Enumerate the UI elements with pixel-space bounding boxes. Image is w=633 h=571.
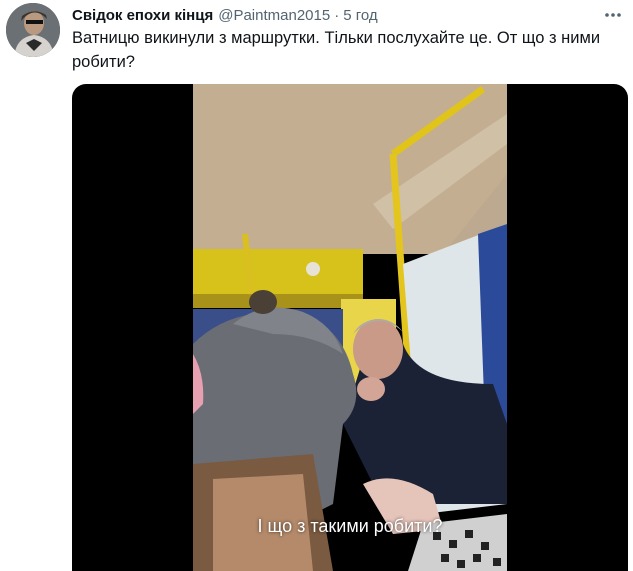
separator-dot: · bbox=[334, 6, 340, 24]
timestamp[interactable]: 5 год bbox=[343, 7, 377, 24]
video-caption: І що з такими робити? bbox=[257, 516, 443, 536]
display-name[interactable]: Свідок епохи кінця bbox=[72, 7, 213, 24]
tweet: Свідок епохи кінця @Paintman2015 · 5 год… bbox=[0, 0, 633, 571]
tweet-text: Ватницю викинули з маршрутки. Тільки пос… bbox=[72, 29, 601, 71]
avatar[interactable] bbox=[6, 3, 60, 57]
user-handle[interactable]: @Paintman2015 bbox=[218, 7, 330, 24]
video-player[interactable]: І що з такими робити? bbox=[72, 84, 628, 571]
video-frame[interactable] bbox=[193, 84, 507, 571]
more-horizontal-icon[interactable] bbox=[601, 6, 625, 24]
tweet-header: Свідок епохи кінця @Paintman2015 · 5 год bbox=[72, 5, 593, 25]
